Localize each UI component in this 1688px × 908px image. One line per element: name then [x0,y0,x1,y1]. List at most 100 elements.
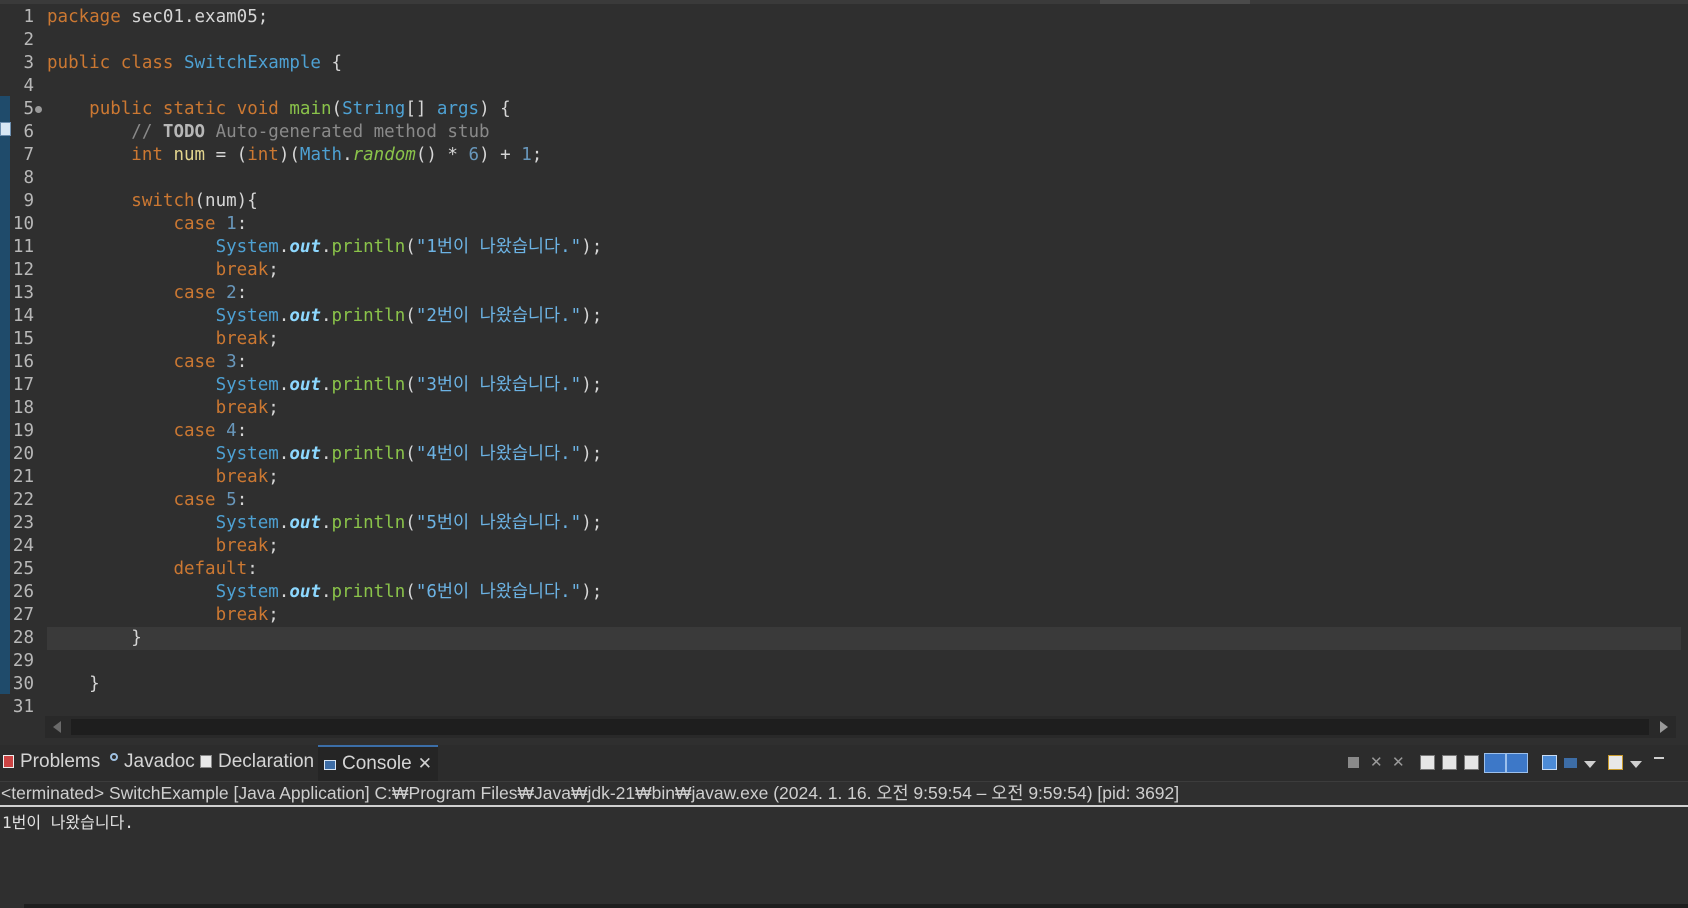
line-number[interactable]: 28 [0,627,34,650]
line-number[interactable]: 17 [0,374,34,397]
line-number[interactable]: 29 [0,650,34,673]
code-text[interactable]: case 3: [47,351,247,374]
line-number[interactable]: 13 [0,282,34,305]
line-number[interactable]: 12 [0,259,34,282]
code-text[interactable]: break; [47,259,279,282]
code-text[interactable]: break; [47,466,279,489]
line-number[interactable]: 8 [0,167,34,190]
line-number[interactable]: 10 [0,213,34,236]
code-text[interactable]: case 1: [47,213,247,236]
close-icon[interactable]: ✕ [418,754,432,773]
console-output[interactable]: 1번이 나왔습니다. [2,809,134,833]
code-text[interactable]: System.out.println("5번이 나왔습니다."); [47,512,603,535]
tab-javadoc[interactable]: Javadoc [110,747,195,777]
line-number[interactable]: 31 [0,696,34,719]
line-number[interactable]: 24 [0,535,34,558]
code-editor[interactable]: 1 package sec01.exam05; 2 3 public class Swi… [0,4,1688,717]
code-text[interactable]: System.out.println("3번이 나왔습니다."); [47,374,603,397]
minimize-icon[interactable] [1654,757,1664,759]
remove-launch-icon[interactable]: ✕ [1370,755,1385,770]
line-number[interactable]: 30 [0,673,34,696]
line-number[interactable]: 21 [0,466,34,489]
code-token: ; [268,467,279,487]
line-number[interactable]: 18 [0,397,34,420]
code-token: println [331,375,406,395]
code-text[interactable]: System.out.println("6번이 나왔습니다."); [47,581,603,604]
open-console-menu-icon[interactable] [1630,761,1642,768]
line-number[interactable]: 5 [0,98,34,121]
code-text[interactable]: System.out.println("1번이 나왔습니다."); [47,236,603,259]
pin-console-icon[interactable] [1506,753,1528,773]
line-number[interactable]: 11 [0,236,34,259]
code-token: case [173,421,216,441]
line-number[interactable]: 20 [0,443,34,466]
scrollbar-thumb[interactable] [71,719,1649,735]
line-number[interactable]: 16 [0,351,34,374]
line-number[interactable]: 26 [0,581,34,604]
open-console-icon[interactable] [1608,755,1623,770]
code-text[interactable]: break; [47,328,279,351]
code-text[interactable]: break; [47,397,279,420]
code-text[interactable]: int num = (int)(Math.random() * 6) + 1; [47,144,542,167]
console-view[interactable]: <terminated> SwitchExample [Java Applica… [0,782,1688,902]
scroll-lock-icon[interactable] [1420,755,1435,770]
show-on-stderr-icon[interactable] [1484,753,1506,773]
code-text[interactable]: switch(num){ [47,190,257,213]
code-text[interactable]: case 5: [47,489,247,512]
code-text[interactable]: case 2: [47,282,247,305]
line-number[interactable]: 2 [0,29,34,52]
code-token: println [331,582,406,602]
line-number[interactable]: 23 [0,512,34,535]
code-text[interactable]: public static void main(String[] args) { [47,98,511,121]
code-token: : [236,283,248,303]
scroll-right-icon[interactable] [1660,721,1668,733]
line-number[interactable]: 19 [0,420,34,443]
show-on-stdout-icon[interactable] [1464,755,1479,770]
code-text[interactable]: } [47,673,100,696]
line-number[interactable]: 22 [0,489,34,512]
code-text[interactable]: break; [47,604,279,627]
terminate-icon[interactable] [1348,757,1359,768]
line-number[interactable]: 15 [0,328,34,351]
line-number[interactable]: 27 [0,604,34,627]
code-token: static [162,99,227,119]
code-token: ; [268,398,279,418]
editor-horizontal-scrollbar[interactable] [45,716,1676,738]
code-text[interactable]: case 4: [47,420,247,443]
code-text[interactable]: } [47,627,142,650]
line-number[interactable]: 6 [0,121,34,144]
line-number[interactable]: 3 [0,52,34,75]
remove-all-terminated-icon[interactable]: ✕ [1392,755,1407,770]
display-selected-console-menu-icon[interactable] [1564,758,1577,768]
code-token: ( [405,513,416,533]
line-number[interactable]: 9 [0,190,34,213]
chevron-down-icon[interactable] [1584,761,1596,768]
code-text[interactable]: // TODO Auto-generated method stub [47,121,489,144]
code-text[interactable]: package sec01.exam05; [47,6,268,29]
tab-console[interactable]: Console ✕ [318,745,438,781]
display-selected-console-icon[interactable] [1542,755,1557,770]
code-token: default [173,559,248,579]
word-wrap-icon[interactable] [1442,755,1457,770]
code-text[interactable]: public class SwitchExample { [47,52,342,75]
line-number[interactable]: 7 [0,144,34,167]
code-text[interactable]: break; [47,535,279,558]
code-text[interactable]: System.out.println("2번이 나왔습니다."); [47,305,603,328]
tab-problems[interactable]: Problems [3,747,100,777]
code-text[interactable]: System.out.println("4번이 나왔습니다."); [47,443,603,466]
line-number[interactable]: 1 [0,6,34,29]
line-number[interactable]: 4 [0,75,34,98]
code-text[interactable]: default: [47,558,257,581]
scroll-left-icon[interactable] [53,721,61,733]
line-number[interactable]: 14 [0,305,34,328]
tab-declaration[interactable]: Declaration [200,747,314,777]
line-number[interactable]: 25 [0,558,34,581]
code-token: break [215,398,269,418]
override-marker-icon[interactable] [35,106,42,113]
